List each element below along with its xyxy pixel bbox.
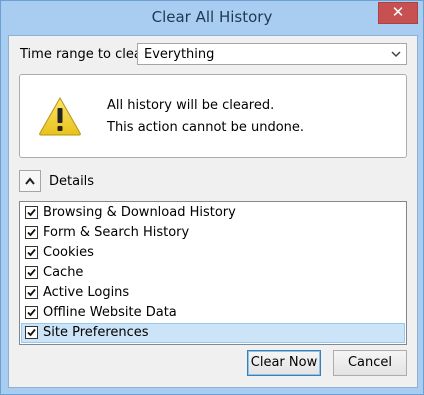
time-range-value: Everything [144,47,215,62]
dialog-body: Time range to clear: Everything All hist… [8,35,418,388]
checkbox[interactable] [25,286,38,299]
list-item-label: Browsing & Download History [43,205,236,220]
time-range-label: Time range to clear: [20,47,152,62]
checkmark-icon [27,268,36,277]
list-item-browsing-download-history[interactable]: Browsing & Download History [21,203,405,223]
checkmark-icon [27,228,36,237]
dialog-window: Clear All History ✕ Time range to clear:… [0,0,424,395]
clear-now-button[interactable]: Clear Now [247,350,321,376]
list-item-label: Active Logins [43,285,130,300]
checkbox[interactable] [25,306,38,319]
checkmark-icon [27,328,36,337]
list-item-cookies[interactable]: Cookies [21,243,405,263]
list-item-label: Cache [43,265,84,280]
close-icon: ✕ [391,3,405,21]
checkmark-icon [27,208,36,217]
close-button[interactable]: ✕ [378,2,418,24]
list-item-label: Site Preferences [43,325,149,340]
list-item-cache[interactable]: Cache [21,263,405,283]
checkmark-icon [27,288,36,297]
chevron-up-icon [25,177,35,185]
checkmark-icon [27,248,36,257]
warning-icon [39,96,81,136]
list-item-label: Offline Website Data [43,305,177,320]
warning-panel: All history will be cleared. This action… [19,74,407,158]
checkbox[interactable] [25,206,38,219]
list-item-site-preferences[interactable]: Site Preferences [21,323,405,343]
time-range-select[interactable]: Everything [137,43,407,65]
history-items-list: Browsing & Download History Form & Searc… [19,201,407,345]
warning-text-line2: This action cannot be undone. [107,120,305,135]
checkbox[interactable] [25,226,38,239]
details-label: Details [49,174,95,189]
title-bar[interactable]: Clear All History ✕ [1,1,423,35]
list-item-active-logins[interactable]: Active Logins [21,283,405,303]
details-toggle-button[interactable] [19,170,41,192]
window-title: Clear All History [151,8,273,26]
list-item-offline-website-data[interactable]: Offline Website Data [21,303,405,323]
checkbox[interactable] [25,326,38,339]
list-item-label: Form & Search History [43,225,190,240]
list-item-form-search-history[interactable]: Form & Search History [21,223,405,243]
checkbox[interactable] [25,246,38,259]
warning-text-line1: All history will be cleared. [107,98,275,113]
list-item-label: Cookies [43,245,94,260]
chevron-down-icon [391,51,401,58]
cancel-button[interactable]: Cancel [333,350,407,376]
checkbox[interactable] [25,266,38,279]
checkmark-icon [27,308,36,317]
